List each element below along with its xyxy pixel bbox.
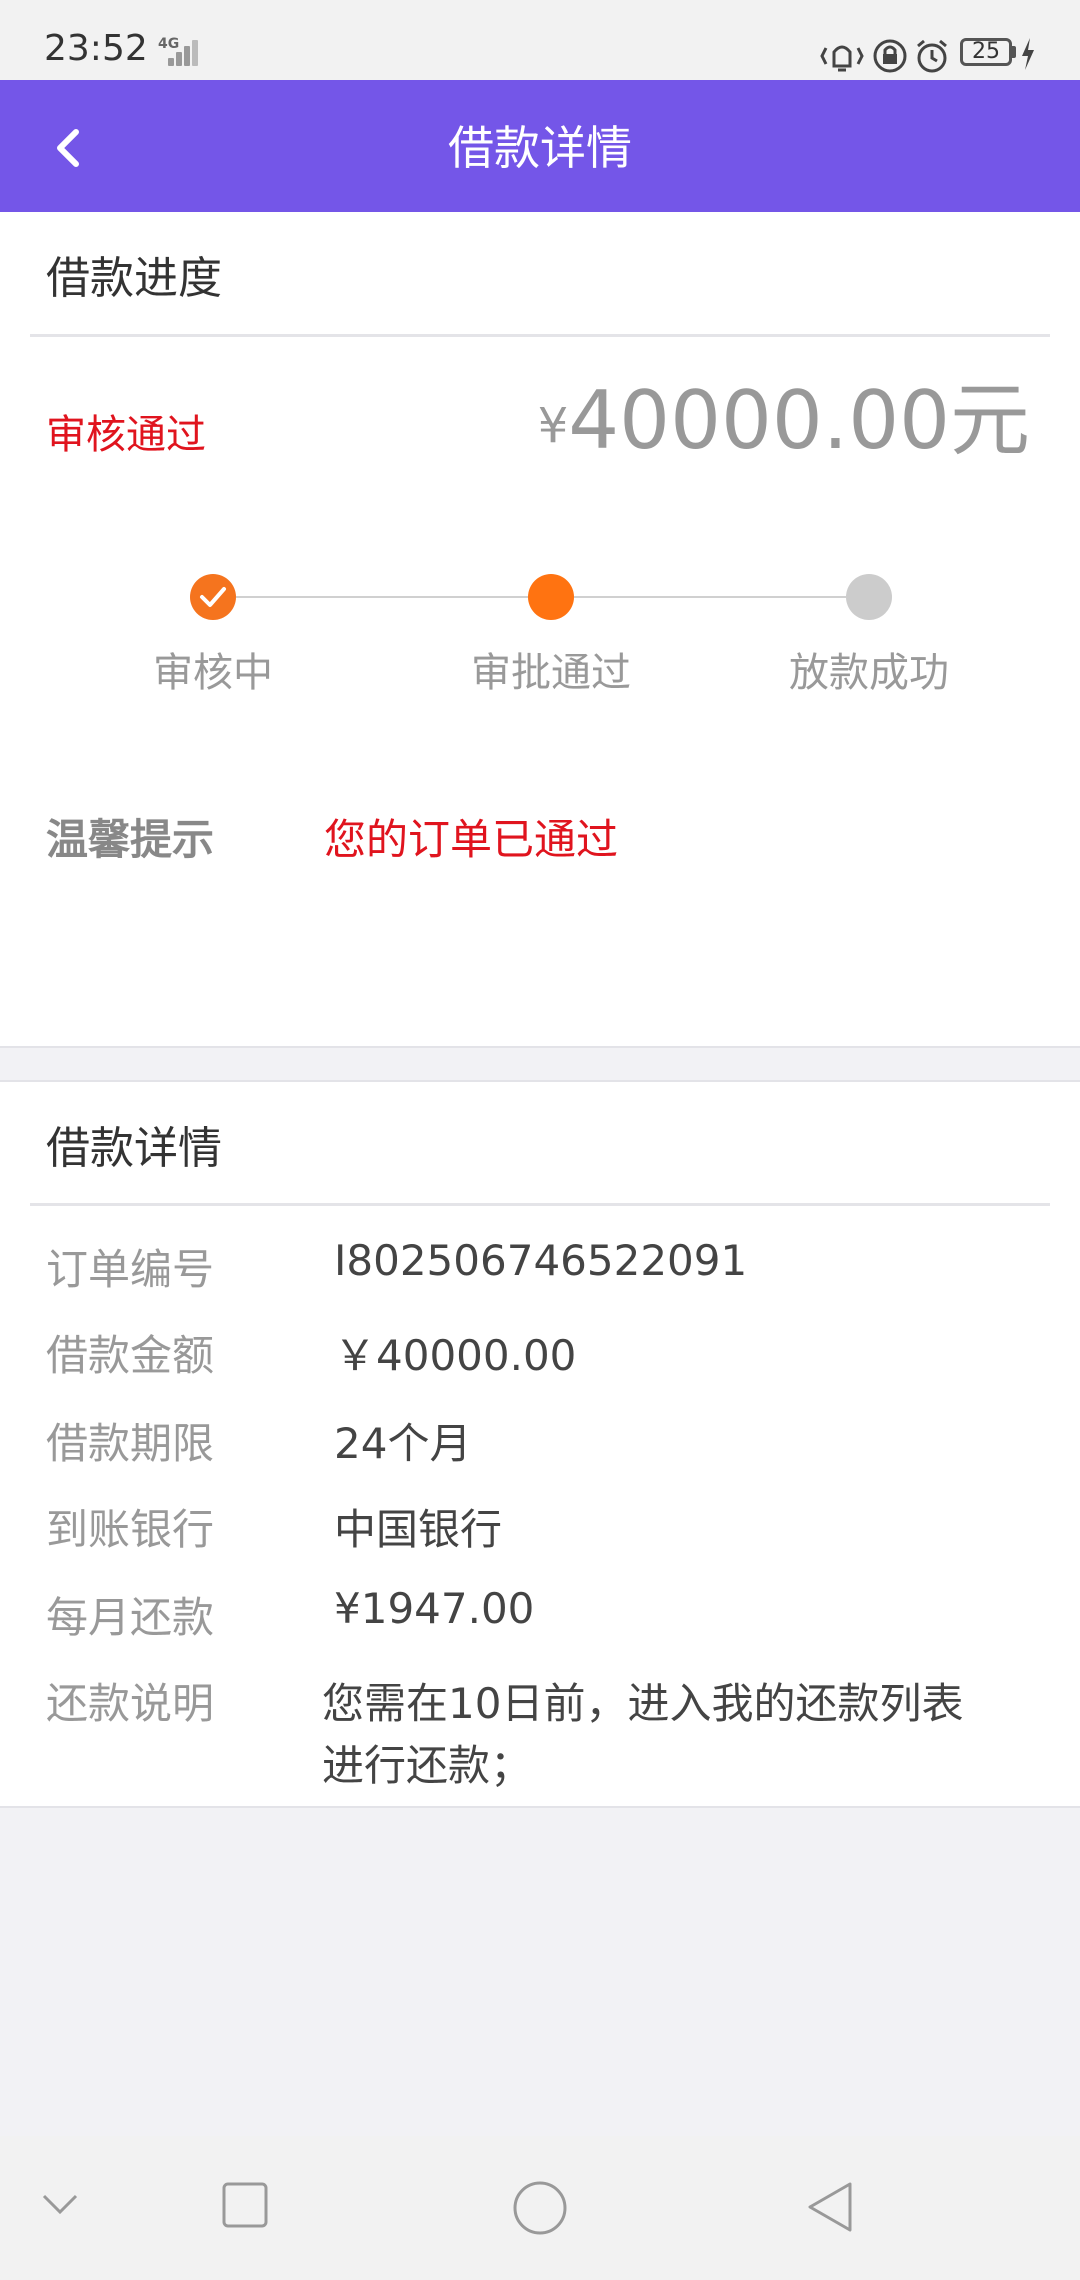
back-icon[interactable] xyxy=(806,2180,854,2234)
signal-icon xyxy=(158,30,198,70)
step-label: 审核中 xyxy=(153,650,273,696)
alarm-icon xyxy=(917,39,947,73)
step-pending-indicator xyxy=(846,574,892,620)
detail-section-title: 借款详情 xyxy=(46,1123,222,1174)
home-icon[interactable] xyxy=(512,2180,568,2236)
order-number-value: I802506746522091 xyxy=(334,1236,748,1285)
monthly-payment-label: 每月还款 xyxy=(46,1593,215,1642)
loan-amount-value: ￥40000.00 xyxy=(334,1331,577,1380)
battery-nub xyxy=(1012,46,1016,58)
charging-icon xyxy=(1022,38,1034,70)
tip-label: 温馨提示 xyxy=(46,815,215,864)
repayment-note-line2: 进行还款； xyxy=(322,1741,533,1790)
order-number-label: 订单编号 xyxy=(46,1245,215,1294)
step-current-indicator xyxy=(528,574,574,620)
collapse-icon[interactable] xyxy=(40,2190,80,2218)
back-arrow-icon xyxy=(57,129,79,167)
recent-apps-icon[interactable] xyxy=(222,2182,268,2228)
bank-value: 中国银行 xyxy=(334,1505,503,1554)
page-title: 借款详情 xyxy=(448,121,632,175)
step-connector xyxy=(236,596,528,598)
monthly-payment-value: ¥1947.00 xyxy=(334,1584,535,1633)
repayment-note-label: 还款说明 xyxy=(46,1679,215,1728)
repayment-note-line1: 您需在10日前，进入我的还款列表 xyxy=(322,1679,964,1728)
back-button[interactable] xyxy=(40,110,100,180)
step-label: 放款成功 xyxy=(789,650,949,696)
loan-term-value: 24个月 xyxy=(334,1419,472,1468)
divider xyxy=(30,1203,1050,1206)
amount-value: 40000.00元 xyxy=(568,374,1030,467)
bank-label: 到账银行 xyxy=(46,1505,215,1554)
check-icon xyxy=(200,587,226,607)
status-time: 23:52 xyxy=(44,28,148,69)
loan-status: 审核通过 xyxy=(46,412,206,458)
loan-amount: ¥40000.00元 xyxy=(538,376,1030,471)
progress-card xyxy=(0,212,1080,1048)
progress-section-title: 借款进度 xyxy=(46,253,222,304)
tip-message: 您的订单已通过 xyxy=(324,815,619,864)
step-label: 审批通过 xyxy=(471,650,631,696)
step-done-indicator xyxy=(190,574,236,620)
step-connector xyxy=(574,596,846,598)
currency-symbol: ¥ xyxy=(537,398,569,454)
loan-term-label: 借款期限 xyxy=(46,1419,215,1468)
loan-amount-label: 借款金额 xyxy=(46,1331,215,1380)
battery-icon: 25 xyxy=(960,38,1012,66)
lock-rotation-icon xyxy=(873,39,907,73)
vibrate-icon xyxy=(820,45,864,72)
divider xyxy=(30,334,1050,337)
